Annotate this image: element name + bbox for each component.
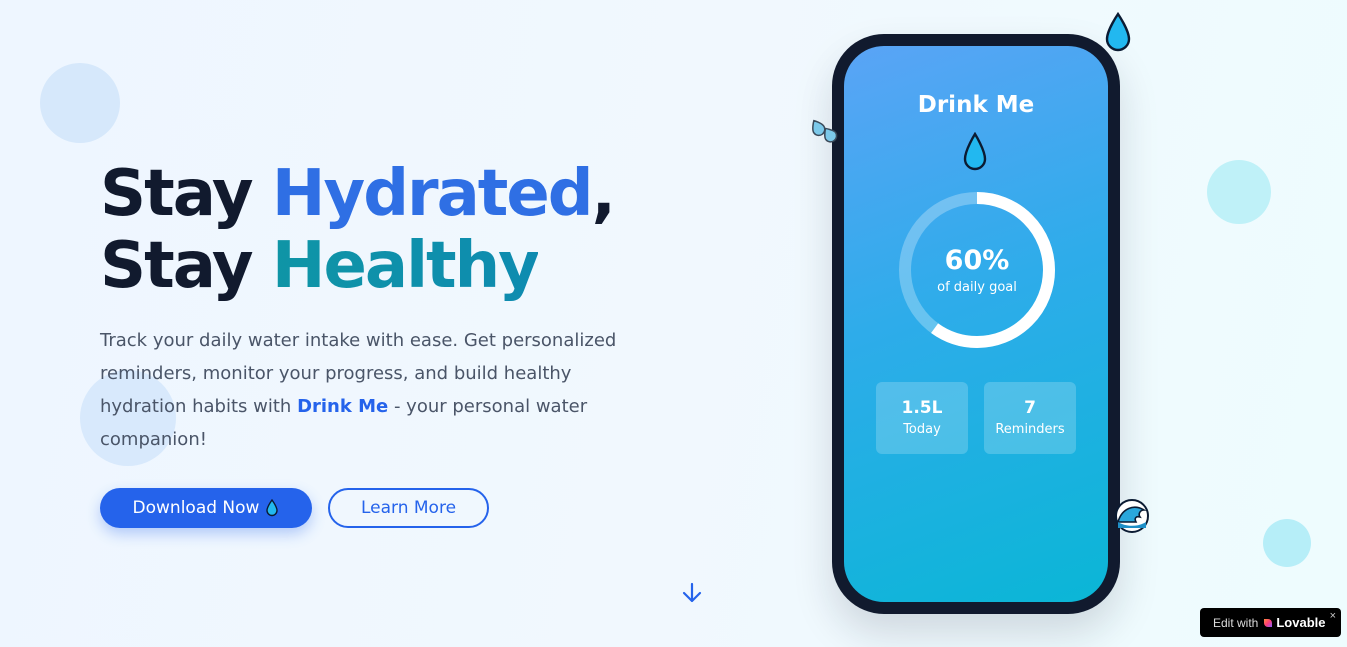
droplet-icon	[963, 132, 987, 171]
app-title: Drink Me	[917, 92, 1035, 118]
water-wave-icon	[1115, 499, 1149, 533]
hero-headline: Stay Hydrated, Stay Healthy	[100, 158, 700, 302]
stat-label: Reminders	[995, 422, 1065, 437]
badge-prefix: Edit with	[1213, 615, 1259, 630]
learn-more-button[interactable]: Learn More	[328, 488, 489, 528]
headline-highlight-healthy: Healthy	[271, 229, 540, 303]
phone-mockup: Drink Me 60% of daily goal 1.5L Today 7 …	[832, 34, 1120, 614]
decorative-blob	[40, 63, 120, 143]
headline-line-2: Stay Healthy	[100, 229, 540, 303]
download-now-button[interactable]: Download Now	[100, 488, 312, 528]
droplet-icon	[266, 499, 279, 517]
hero-section: Stay Hydrated, Stay Healthy Track your d…	[100, 158, 700, 528]
headline-highlight-hydrated: Hydrated	[271, 157, 594, 231]
stat-label: Today	[903, 422, 941, 437]
heart-logo-icon	[1264, 618, 1273, 627]
close-icon[interactable]: ×	[1330, 610, 1336, 622]
badge-brand: Lovable	[1276, 615, 1326, 630]
stat-value: 7	[1024, 398, 1036, 418]
decorative-blob	[1263, 519, 1311, 567]
droplet-icon	[1105, 12, 1131, 52]
headline-line-1: Stay Hydrated,	[100, 157, 616, 231]
progress-readout: 60% of daily goal	[898, 245, 1056, 296]
hero-description: Track your daily water intake with ease.…	[100, 330, 617, 450]
sweat-droplets-icon	[812, 119, 838, 143]
decorative-blob	[1207, 160, 1271, 224]
arrow-down-icon[interactable]	[680, 581, 704, 605]
progress-caption: of daily goal	[937, 280, 1017, 295]
stat-card-today: 1.5L Today	[876, 382, 968, 454]
edit-with-lovable-badge[interactable]: Edit with Lovable ×	[1200, 608, 1341, 637]
brand-name: Drink Me	[297, 396, 389, 417]
phone-screen: Drink Me 60% of daily goal 1.5L Today 7 …	[844, 46, 1108, 602]
stat-value: 1.5L	[901, 398, 943, 418]
cta-buttons: Download Now Learn More	[100, 488, 700, 528]
progress-percent: 60%	[944, 245, 1010, 276]
stat-card-reminders: 7 Reminders	[984, 382, 1076, 454]
